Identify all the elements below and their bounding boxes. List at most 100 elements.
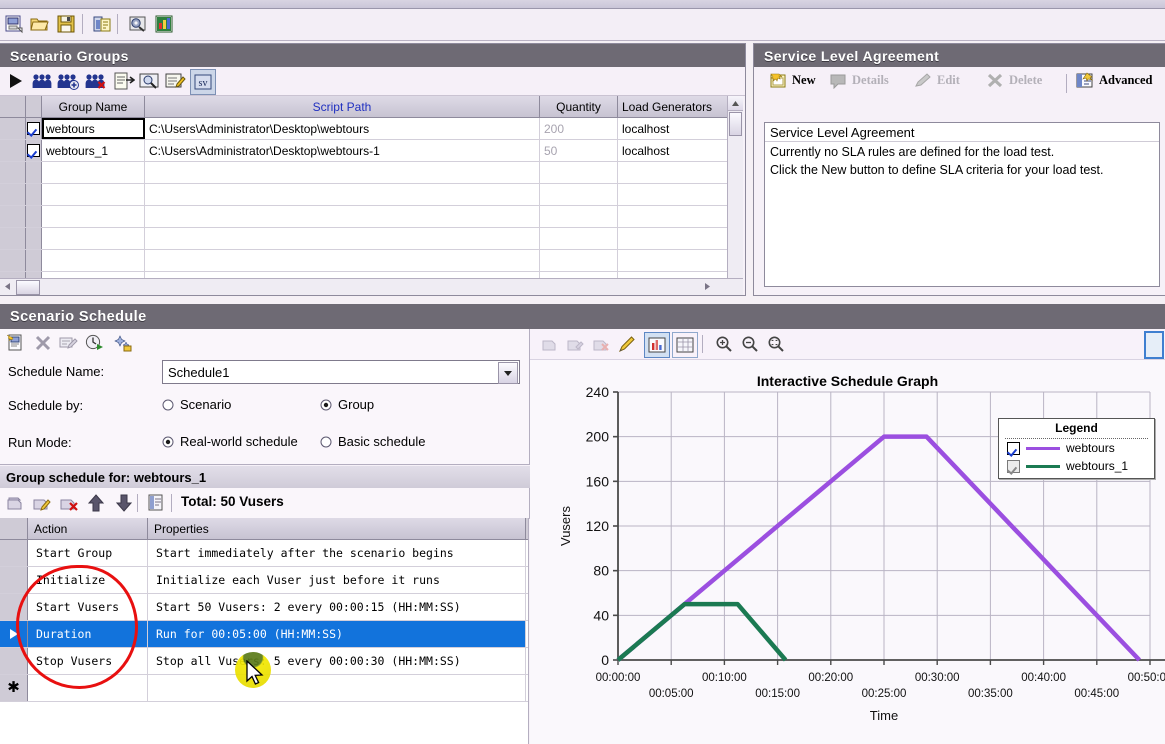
cell-quantity[interactable]: [540, 162, 618, 183]
cell-action[interactable]: Initialize: [28, 567, 148, 593]
analysis-icon[interactable]: [152, 12, 176, 36]
cell-quantity[interactable]: [540, 250, 618, 271]
scroll-up-arrow-icon[interactable]: [728, 96, 743, 111]
scroll-left-arrow-icon[interactable]: [0, 279, 14, 294]
group-details-icon[interactable]: [112, 69, 136, 93]
column-load-generators[interactable]: Load Generators: [618, 96, 728, 117]
cell-script-path[interactable]: C:\Users\Administrator\Desktop\webtours-…: [145, 140, 540, 161]
cell-group-name[interactable]: webtours_1: [42, 140, 145, 161]
cell-action[interactable]: Start Vusers: [28, 594, 148, 620]
legend-checkbox-icon[interactable]: [1007, 459, 1020, 473]
cell-script-path[interactable]: [145, 184, 540, 205]
cell-quantity[interactable]: [540, 206, 618, 227]
cell-properties[interactable]: [148, 675, 526, 701]
cell-load-generators[interactable]: localhost: [618, 140, 728, 161]
generate-script-icon[interactable]: sv: [190, 69, 216, 95]
chart-legend[interactable]: Legend webtours webtours_1: [998, 418, 1155, 479]
cell-load-generators[interactable]: [618, 228, 728, 249]
scroll-right-arrow-icon[interactable]: [700, 279, 714, 294]
column-script-path[interactable]: Script Path: [145, 96, 540, 117]
cell-load-generators[interactable]: [618, 250, 728, 271]
schedule-wizard-icon[interactable]: [111, 331, 135, 355]
delete-vusers-icon[interactable]: [84, 69, 108, 93]
checkbox-icon[interactable]: [27, 144, 40, 157]
vusers-icon[interactable]: [30, 69, 54, 93]
add-vusers-icon[interactable]: [56, 69, 80, 93]
cell-load-generators[interactable]: localhost: [618, 118, 728, 139]
cell-group-name[interactable]: [42, 162, 145, 183]
results-settings-icon[interactable]: [126, 12, 150, 36]
chevron-down-icon[interactable]: [498, 362, 518, 384]
cell-load-generators[interactable]: [618, 184, 728, 205]
cell-action[interactable]: Start Group: [28, 540, 148, 566]
edit-action-icon[interactable]: [31, 491, 55, 515]
row-indicator[interactable]: [0, 540, 28, 566]
table-row-empty[interactable]: [0, 206, 743, 228]
cell-script-path[interactable]: [145, 228, 540, 249]
open-scenario-icon[interactable]: [28, 12, 52, 36]
schedule-run-icon[interactable]: [83, 331, 107, 355]
radio-real-world-schedule[interactable]: Real-world schedule: [162, 434, 298, 449]
row-indicator[interactable]: [0, 594, 28, 620]
column-group-name[interactable]: Group Name: [42, 96, 145, 117]
delete-action-icon[interactable]: [58, 491, 82, 515]
add-action-icon[interactable]: [4, 491, 28, 515]
cell-group-name[interactable]: [42, 184, 145, 205]
row-checkbox[interactable]: [26, 250, 42, 271]
cell-quantity[interactable]: 200: [540, 118, 618, 139]
checkbox-icon[interactable]: [27, 122, 40, 135]
cell-properties[interactable]: Initialize each Vuser just before it run…: [148, 567, 526, 593]
sla-advanced-button[interactable]: Advanced: [1076, 72, 1152, 89]
row-checkbox[interactable]: [26, 140, 42, 161]
table-row[interactable]: webtours_1 C:\Users\Administrator\Deskto…: [0, 140, 743, 162]
table-row[interactable]: Start Vusers Start 50 Vusers: 2 every 00:…: [0, 594, 528, 621]
row-checkbox[interactable]: [26, 184, 42, 205]
schedule-name-input[interactable]: Schedule1: [162, 360, 520, 384]
table-row-empty[interactable]: [0, 162, 743, 184]
new-schedule-icon[interactable]: [4, 331, 28, 355]
save-scenario-icon[interactable]: [54, 12, 78, 36]
cell-load-generators[interactable]: [618, 206, 728, 227]
legend-checkbox-icon[interactable]: [1007, 441, 1020, 455]
cell-properties[interactable]: Start immediately after the scenario beg…: [148, 540, 526, 566]
edit-script-icon[interactable]: [164, 69, 188, 93]
table-row-empty[interactable]: [0, 228, 743, 250]
row-checkbox[interactable]: [26, 228, 42, 249]
delete-schedule-icon[interactable]: [31, 331, 55, 355]
zoom-fit-icon[interactable]: [764, 332, 788, 356]
graph-chart-icon[interactable]: [644, 332, 670, 358]
row-indicator[interactable]: [0, 621, 28, 647]
move-down-icon[interactable]: [112, 491, 136, 515]
row-checkbox[interactable]: [26, 118, 42, 139]
column-quantity[interactable]: Quantity: [540, 96, 618, 117]
rename-schedule-icon[interactable]: [57, 331, 81, 355]
cell-action[interactable]: [28, 675, 148, 701]
cell-group-name[interactable]: [42, 228, 145, 249]
graph-grid-icon[interactable]: [672, 332, 698, 358]
table-row-empty[interactable]: [0, 250, 743, 272]
scroll-thumb[interactable]: [729, 112, 742, 136]
groups-vertical-scrollbar[interactable]: [727, 96, 743, 294]
cell-quantity[interactable]: [540, 228, 618, 249]
cell-group-name[interactable]: webtours: [42, 118, 145, 139]
graph-pencil-icon[interactable]: [616, 332, 640, 356]
cell-script-path[interactable]: [145, 206, 540, 227]
new-scenario-icon[interactable]: [2, 12, 26, 36]
table-row-empty[interactable]: [0, 184, 743, 206]
cell-script-path[interactable]: [145, 162, 540, 183]
graph-panel-expand-button[interactable]: [1144, 331, 1164, 359]
scroll-thumb[interactable]: [16, 280, 40, 295]
table-row[interactable]: Start Group Start immediately after the s…: [0, 540, 528, 567]
radio-schedule-by-scenario[interactable]: Scenario: [162, 397, 231, 412]
radio-basic-schedule[interactable]: Basic schedule: [320, 434, 425, 449]
groups-horizontal-scrollbar[interactable]: [0, 278, 743, 295]
cell-properties[interactable]: Start 50 Vusers: 2 every 00:00:15 (HH:MM…: [148, 594, 526, 620]
table-row[interactable]: Duration Run for 00:05:00 (HH:MM:SS): [0, 621, 528, 648]
table-row[interactable]: Initialize Initialize each Vuser just bef…: [0, 567, 528, 594]
legend-item-webtours[interactable]: webtours: [999, 439, 1154, 457]
cell-script-path[interactable]: [145, 250, 540, 271]
cell-group-name[interactable]: [42, 206, 145, 227]
sla-new-button[interactable]: New: [769, 72, 816, 89]
cell-load-generators[interactable]: [618, 162, 728, 183]
cell-quantity[interactable]: 50: [540, 140, 618, 161]
